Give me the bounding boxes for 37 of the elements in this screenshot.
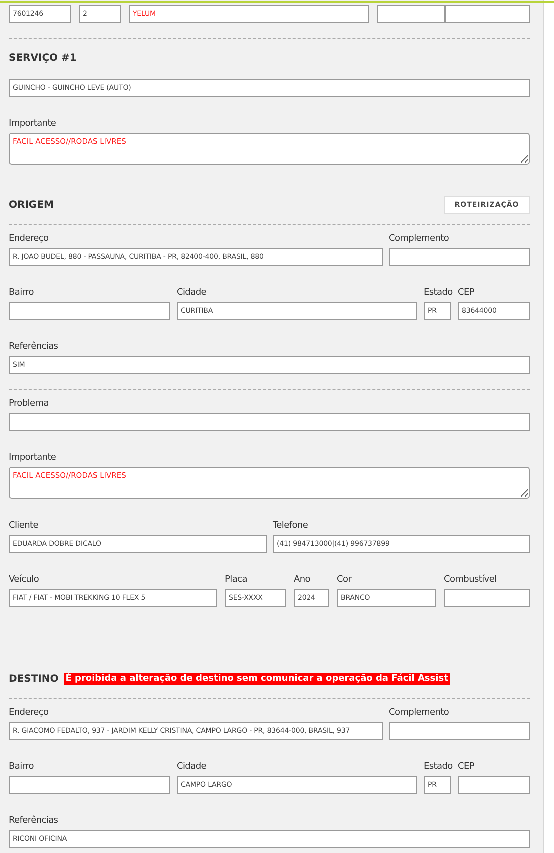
field-label: Estado bbox=[424, 761, 451, 774]
text-field[interactable] bbox=[445, 5, 530, 23]
field-label: Endereço bbox=[9, 233, 50, 246]
field-label: Endereço bbox=[9, 707, 50, 720]
field-label: CEP bbox=[458, 287, 476, 300]
text-field[interactable] bbox=[389, 722, 530, 740]
section-heading: DESTINO bbox=[9, 674, 59, 684]
warning-banner: É proibida a alteração de destino sem comunicar a operação da Fácil Assist bbox=[64, 673, 450, 685]
text-field[interactable] bbox=[9, 776, 170, 794]
text-field[interactable] bbox=[444, 589, 530, 607]
field-label: Bairro bbox=[9, 761, 35, 774]
field-label: Telefone bbox=[273, 520, 310, 533]
field-label: Combustível bbox=[444, 574, 498, 587]
field-label: Cliente bbox=[9, 520, 40, 533]
field-label: Complemento bbox=[389, 707, 450, 720]
field-label: Importante bbox=[9, 452, 58, 465]
field-label: Ano bbox=[294, 574, 312, 587]
field-label: Problema bbox=[9, 398, 50, 411]
field-label: Placa bbox=[225, 574, 248, 587]
text-field[interactable] bbox=[377, 5, 445, 23]
field-label: Cor bbox=[337, 574, 353, 587]
field-label: Veículo bbox=[9, 574, 40, 587]
text-field[interactable] bbox=[389, 248, 530, 266]
field-label: Referências bbox=[9, 341, 60, 354]
section-heading: SERVIÇO #1 bbox=[9, 52, 77, 64]
text-field[interactable] bbox=[9, 302, 170, 320]
field-label: Complemento bbox=[389, 233, 450, 246]
field-label: Bairro bbox=[9, 287, 35, 300]
text-field[interactable] bbox=[458, 776, 530, 794]
section-heading: ORIGEM bbox=[9, 200, 54, 210]
field-label: Cidade bbox=[177, 761, 208, 774]
field-label: CEP bbox=[458, 761, 476, 774]
field-label: Referências bbox=[9, 815, 60, 828]
field-label: Importante bbox=[9, 118, 58, 131]
text-field[interactable] bbox=[9, 413, 530, 431]
field-label: Cidade bbox=[177, 287, 208, 300]
field-label: Estado bbox=[424, 287, 451, 300]
